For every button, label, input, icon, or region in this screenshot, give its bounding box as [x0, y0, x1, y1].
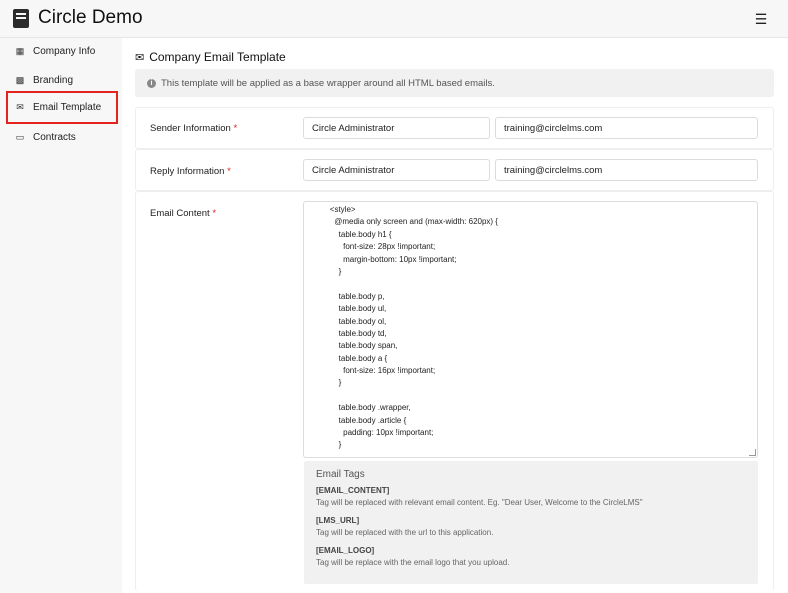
code-line: } [312, 378, 342, 388]
code-line: margin-bottom: 10px !important; [312, 254, 457, 264]
code-line: table.body td, [312, 328, 387, 338]
code-line: table.body a { [312, 353, 388, 363]
envelope-icon: ✉ [16, 102, 24, 112]
code-lines: <style> @media only screen and (max-widt… [304, 202, 757, 452]
code-line: table.body span, [312, 341, 398, 351]
envelope-icon: ✉ [135, 51, 145, 64]
reply-information-label: Reply Information * [150, 166, 231, 177]
info-alert: i This template will be applied as a bas… [135, 69, 774, 97]
reply-email-input[interactable]: training@circlelms.com [495, 159, 758, 181]
sender-name-input[interactable]: Circle Administrator [303, 117, 490, 139]
code-line: table.body ol, [312, 316, 387, 326]
book-icon [13, 9, 29, 28]
resize-handle[interactable] [749, 449, 756, 456]
sidebar-item-contracts[interactable]: ▭ Contracts [6, 121, 118, 154]
app-title: Circle Demo [38, 7, 143, 28]
email-tags-panel: Email Tags [EMAIL_CONTENT] Tag will be r… [304, 461, 758, 584]
code-line: table.body .article { [312, 415, 407, 425]
hamburger-menu-button[interactable]: ☰ [752, 10, 770, 28]
sidebar-item-email-template[interactable]: ✉ Email Template [6, 91, 118, 124]
file-icon: ▭ [15, 132, 25, 142]
code-line: table.body h1 { [312, 229, 392, 239]
page-title: ✉ Company Email Template [135, 50, 286, 64]
page-title-text: Company Email Template [149, 50, 286, 64]
code-line: table.body .wrapper, [312, 403, 411, 413]
tag-name: [EMAIL_CONTENT] [316, 486, 390, 495]
tag-name: [LMS_URL] [316, 516, 360, 525]
sender-information-label: Sender Information * [150, 123, 238, 134]
images-icon: ▩ [15, 75, 25, 85]
info-icon: i [147, 78, 156, 88]
sidebar-item-label: Contracts [33, 132, 76, 143]
tag-description: Tag will be replaced with the url to thi… [316, 528, 494, 537]
code-line: table.body p, [312, 291, 385, 301]
code-line: @media only screen and (max-width: 620px… [312, 217, 498, 227]
email-content-textarea[interactable]: <style> @media only screen and (max-widt… [303, 201, 758, 458]
tag-description: Tag will be replaced with relevant email… [316, 498, 643, 507]
book-open-icon: ▦ [15, 46, 25, 56]
email-tags-title: Email Tags [316, 469, 365, 480]
code-line: padding: 10px !important; [312, 428, 434, 438]
info-text: This template will be applied as a base … [161, 77, 495, 89]
code-line: font-size: 16px !important; [312, 366, 436, 376]
sidebar-item-label: Email Template [33, 102, 102, 113]
code-line: font-size: 28px !important; [312, 242, 436, 252]
code-line: } [312, 266, 342, 276]
sidebar-item-label: Company Info [33, 46, 96, 57]
sender-email-input[interactable]: training@circlelms.com [495, 117, 758, 139]
sidebar-item-label: Branding [33, 75, 74, 86]
tag-description: Tag will be replace with the email logo … [316, 558, 510, 567]
code-line: } [312, 440, 342, 450]
tag-name: [EMAIL_LOGO] [316, 546, 375, 555]
reply-name-input[interactable]: Circle Administrator [303, 159, 490, 181]
top-bar: Circle Demo ☰ [0, 0, 788, 38]
hamburger-icon: ☰ [754, 10, 768, 27]
sidebar: ▦ Company Info ▩ Branding ✉ Email Templa… [0, 38, 122, 593]
code-line: <style> [312, 205, 356, 214]
code-line: table.body ul, [312, 304, 387, 314]
email-content-label: Email Content * [150, 208, 217, 219]
